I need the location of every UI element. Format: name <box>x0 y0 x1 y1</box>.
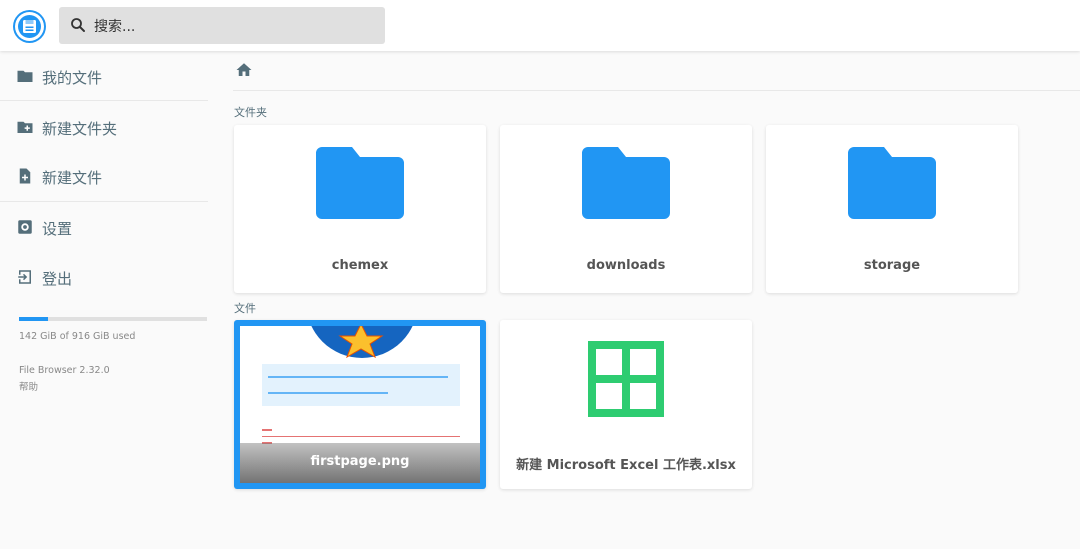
sidebar: 我的文件 新建文件夹 新建文件 设置 登出 142 GiB of 916 GiB… <box>0 51 210 549</box>
folder-icon <box>582 147 670 219</box>
folder-card-storage[interactable]: storage <box>766 125 1018 293</box>
search-box[interactable]: 搜索... <box>59 7 385 44</box>
storage-usage-text: 142 GiB of 916 GiB used <box>19 331 136 342</box>
folder-card-downloads[interactable]: downloads <box>500 125 752 293</box>
logo[interactable] <box>13 10 46 43</box>
folder-name: chemex <box>331 258 389 273</box>
sidebar-item-label: 新建文件夹 <box>42 120 118 138</box>
storage-usage-fill <box>19 317 49 321</box>
sidebar-item-new-folder[interactable]: 新建文件夹 <box>0 105 208 149</box>
note-add-icon <box>19 168 31 184</box>
divider <box>233 90 1080 91</box>
search-input[interactable]: 搜索... <box>94 16 135 36</box>
help-link[interactable]: 帮助 <box>19 379 38 393</box>
folder-name: storage <box>863 258 921 273</box>
folder-card-chemex[interactable]: chemex <box>234 125 486 293</box>
file-card-firstpage[interactable]: firstpage.png <box>234 320 486 489</box>
files-section-title: 文件 <box>234 302 256 315</box>
sidebar-item-new-file[interactable]: 新建文件 <box>0 154 208 198</box>
sidebar-item-logout[interactable]: 登出 <box>0 255 208 299</box>
sidebar-item-label: 我的文件 <box>42 69 103 87</box>
create-new-folder-icon <box>17 121 33 133</box>
divider <box>0 100 208 101</box>
settings-icon <box>18 220 32 234</box>
folders-section-title: 文件夹 <box>234 106 267 119</box>
breadcrumb <box>235 61 253 83</box>
home-icon[interactable] <box>235 61 253 79</box>
file-name: firstpage.png <box>310 454 410 469</box>
file-card-excel[interactable]: 新建 Microsoft Excel 工作表.xlsx <box>500 320 752 489</box>
folder-icon <box>848 147 936 219</box>
sidebar-item-settings[interactable]: 设置 <box>0 205 208 249</box>
sidebar-item-label: 设置 <box>42 220 73 238</box>
sidebar-item-label: 新建文件 <box>42 169 103 187</box>
sidebar-item-label: 登出 <box>42 270 73 288</box>
folder-icon <box>17 70 33 82</box>
header-bar: 搜索... <box>0 0 1080 51</box>
search-icon <box>71 18 85 32</box>
file-name: 新建 Microsoft Excel 工作表.xlsx <box>516 458 736 473</box>
folder-name: downloads <box>586 258 666 273</box>
divider <box>0 201 208 202</box>
spreadsheet-icon <box>588 341 664 417</box>
file-browser-logo-icon <box>23 20 36 33</box>
sidebar-item-my-files[interactable]: 我的文件 <box>0 54 208 98</box>
version-text: File Browser 2.32.0 <box>19 365 110 376</box>
folder-icon <box>316 147 404 219</box>
exit-icon <box>18 270 31 284</box>
storage-usage-bar <box>19 317 207 321</box>
